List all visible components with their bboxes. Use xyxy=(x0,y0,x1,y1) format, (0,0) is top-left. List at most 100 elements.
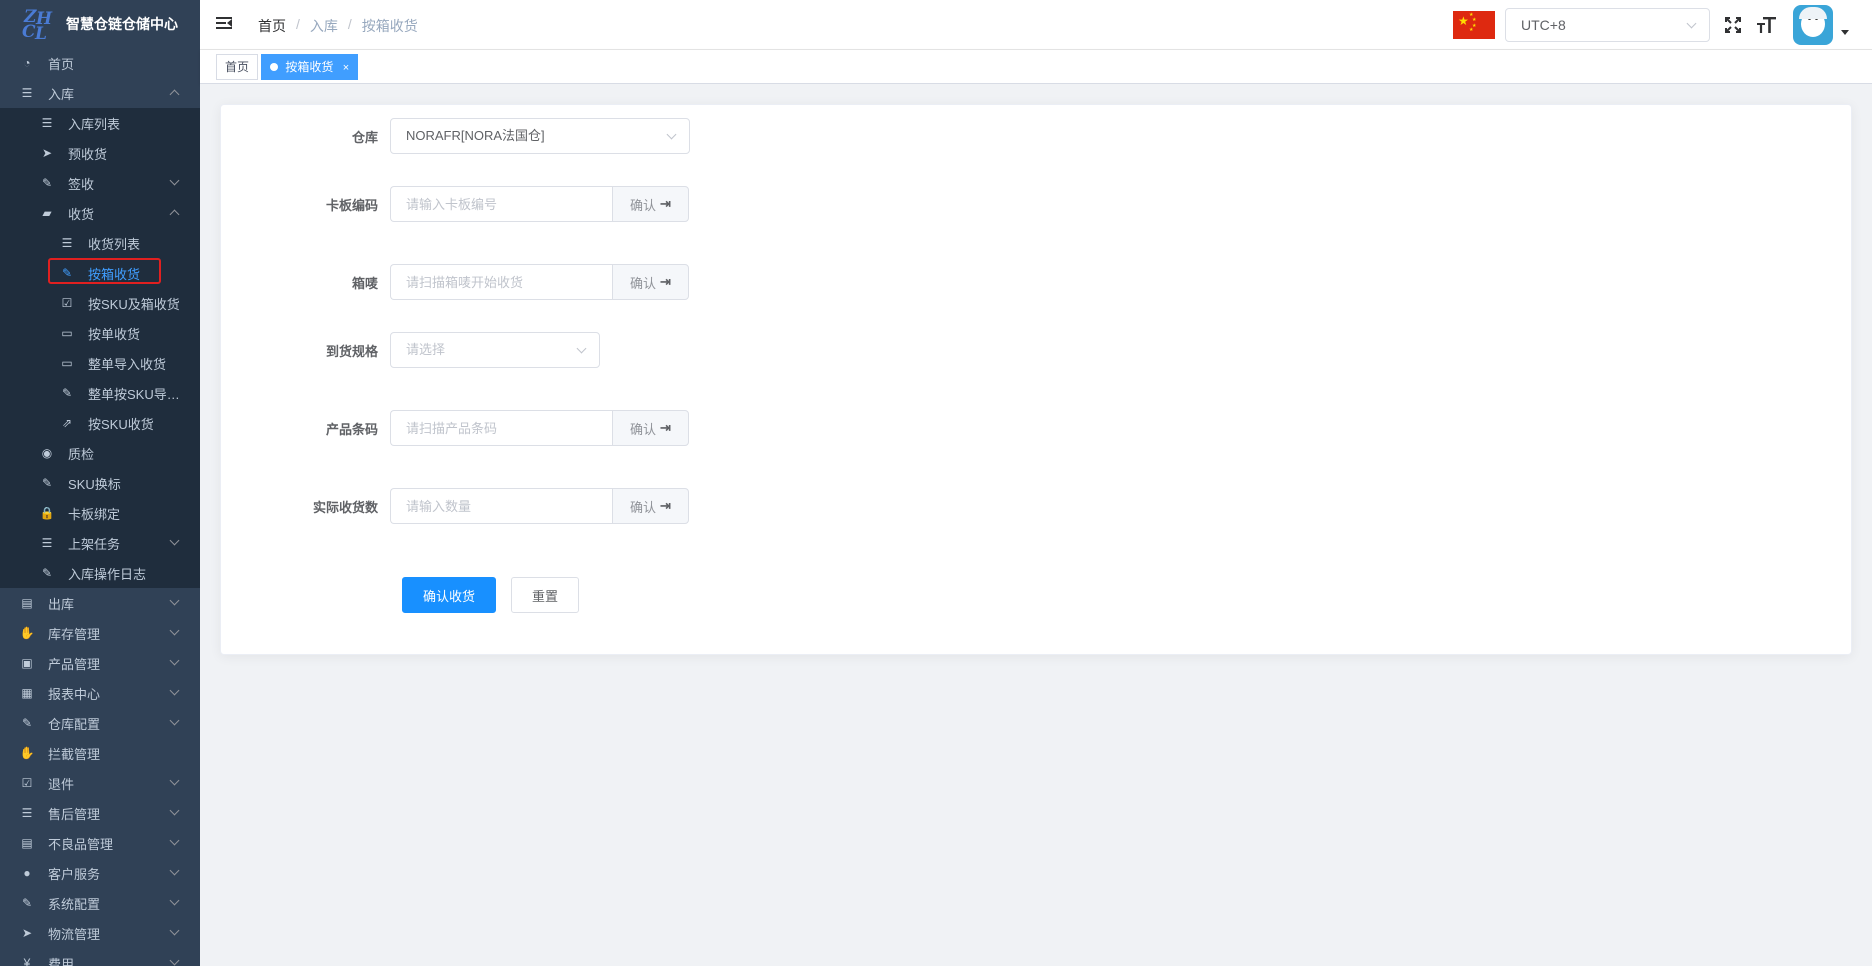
sidebar-item[interactable]: ▣ 产品管理 xyxy=(0,648,200,678)
send-icon: ➤ xyxy=(41,146,53,160)
sidebar-item[interactable]: ➤ 预收货 xyxy=(0,138,200,168)
sidebar-item[interactable]: ✎ 入库操作日志 xyxy=(0,558,200,588)
pallet-confirm-button[interactable]: 确认 ⇥ xyxy=(612,186,689,222)
sidebar-item[interactable]: ✎ 仓库配置 xyxy=(0,708,200,738)
tags-view: 首页 按箱收货 × xyxy=(200,50,1872,84)
tag-home[interactable]: 首页 xyxy=(216,54,259,80)
breadcrumb-inbound[interactable]: 入库 xyxy=(310,16,338,36)
hamburger-icon[interactable] xyxy=(216,16,234,32)
sidebar-item[interactable]: ➤ 物流管理 xyxy=(0,918,200,948)
barcode-input[interactable] xyxy=(390,410,612,446)
sidebar-item[interactable]: ✎ 整单按SKU导入... xyxy=(0,378,200,408)
sidebar-item[interactable]: ◔ 首页 xyxy=(0,48,200,78)
quantity-input[interactable] xyxy=(390,488,612,524)
sidebar-item[interactable]: ☰ 收货列表 xyxy=(0,228,200,258)
chevron-down-icon xyxy=(666,129,677,140)
sidebar-item[interactable]: ☰ 售后管理 xyxy=(0,798,200,828)
sidebar-item-label: 物流管理 xyxy=(48,926,101,942)
sidebar-item[interactable]: ☰ 入库列表 xyxy=(0,108,200,138)
chevron-up-icon xyxy=(169,89,180,100)
top-header: 首页 / 入库 / 按箱收货 ★ ★ ★ ★ ★ UTC+8 xyxy=(200,0,1872,50)
barcode-confirm-button[interactable]: 确认 ⇥ xyxy=(612,410,689,446)
tag-active-label: 按箱收货 xyxy=(285,60,334,74)
warehouse-select[interactable]: NORAFR[NORA法国仓] xyxy=(390,118,690,154)
font-size-icon[interactable] xyxy=(1757,15,1777,35)
sidebar-item[interactable]: ▰ 收货 xyxy=(0,198,200,228)
sidebar-item[interactable]: 🔒 卡板绑定 xyxy=(0,498,200,528)
sidebar-item[interactable]: ▤ 不良品管理 xyxy=(0,828,200,858)
sidebar-item-label: 签收 xyxy=(68,176,95,192)
sidebar-item[interactable]: ▭ 整单导入收货 xyxy=(0,348,200,378)
sidebar-item[interactable]: ● 客户服务 xyxy=(0,858,200,888)
sidebar: ZH CL 智慧仓链仓储中心 ◔ 首页 ☰ 入库 ☰ 入库列表 ➤ 预收货 ✎ 签收 ▰ 收货 ☰ 收货列… xyxy=(0,0,200,966)
sidebar-item[interactable]: ◉ 质检 xyxy=(0,438,200,468)
sidebar-item-label: 费用 xyxy=(48,956,75,966)
spec-select[interactable]: 请选择 xyxy=(390,332,600,368)
sidebar-menu: ◔ 首页 ☰ 入库 ☰ 入库列表 ➤ 预收货 ✎ 签收 ▰ 收货 ☰ 收货列表 ✎ 按箱收货 ☑ 按SKU及箱收货… xyxy=(0,48,200,966)
chevron-down-icon xyxy=(169,595,180,606)
sidebar-item[interactable]: ▦ 报表中心 xyxy=(0,678,200,708)
sidebar-item[interactable]: ✋ 库存管理 xyxy=(0,618,200,648)
sidebar-item-label: 仓库配置 xyxy=(48,716,101,732)
tag-receive-by-box[interactable]: 按箱收货 × xyxy=(261,54,359,80)
box-confirm-button[interactable]: 确认 ⇥ xyxy=(612,264,689,300)
close-icon[interactable]: × xyxy=(343,62,349,74)
sidebar-item[interactable]: ✎ SKU换标 xyxy=(0,468,200,498)
barcode-label: 产品条码 xyxy=(325,421,378,437)
sidebar-item[interactable]: ▤ 出库 xyxy=(0,588,200,618)
china-flag-icon[interactable]: ★ ★ ★ ★ ★ xyxy=(1453,11,1495,39)
breadcrumb-home[interactable]: 首页 xyxy=(258,16,286,36)
warehouse-value: NORAFR[NORA法国仓] xyxy=(406,128,545,143)
pallet-input[interactable] xyxy=(390,186,612,222)
quantity-input-group: 确认 ⇥ xyxy=(390,488,689,524)
list-icon: ☰ xyxy=(21,806,33,820)
sidebar-item[interactable]: ☑ 退件 xyxy=(0,768,200,798)
hand-icon: ✋ xyxy=(19,746,35,760)
reset-button[interactable]: 重置 xyxy=(511,577,580,613)
app-title: 智慧仓链仓储中心 xyxy=(66,16,178,32)
edit-icon: ✎ xyxy=(21,716,33,730)
confirm-receive-button[interactable]: 确认收货 xyxy=(402,577,497,613)
caret-down-icon[interactable] xyxy=(1841,30,1849,35)
sidebar-item-label: 拦截管理 xyxy=(48,746,101,762)
sidebar-item-label: SKU换标 xyxy=(68,476,121,492)
sidebar-item-label: 入库 xyxy=(48,86,75,102)
user-avatar[interactable] xyxy=(1793,5,1833,45)
sidebar-item[interactable]: ¥ 费用 xyxy=(0,948,200,966)
sidebar-item[interactable]: ✋ 拦截管理 xyxy=(0,738,200,768)
monitor-icon: ▭ xyxy=(61,326,73,340)
timezone-value: UTC+8 xyxy=(1521,17,1566,33)
chevron-up-icon xyxy=(169,209,180,220)
chevron-down-icon xyxy=(169,655,180,666)
box-label: 箱唛 xyxy=(351,275,378,291)
quantity-confirm-button[interactable]: 确认 ⇥ xyxy=(612,488,689,524)
sidebar-item[interactable]: ✎ 签收 xyxy=(0,168,200,198)
sidebar-item[interactable]: ▭ 按单收货 xyxy=(0,318,200,348)
sidebar-item-label: 卡板绑定 xyxy=(68,506,121,522)
fullscreen-icon[interactable] xyxy=(1723,15,1743,35)
sidebar-item-label: 库存管理 xyxy=(48,626,101,642)
sidebar-item-label: 按SKU及箱收货 xyxy=(88,296,180,312)
sidebar-item-label: 整单导入收货 xyxy=(88,356,167,372)
sidebar-item[interactable]: ✎ 按箱收货 xyxy=(0,258,200,288)
pallet-input-group: 确认 ⇥ xyxy=(390,186,689,222)
chevron-down-icon xyxy=(169,625,180,636)
chevron-down-icon xyxy=(169,685,180,696)
sidebar-item[interactable]: ☰ 上架任务 xyxy=(0,528,200,558)
box-row: 箱唛 确认 ⇥ xyxy=(221,264,689,300)
sidebar-item-label: 收货列表 xyxy=(88,236,141,252)
eye-icon: ◉ xyxy=(41,446,53,460)
sign-in-icon: ⇥ xyxy=(660,196,671,211)
chevron-down-icon xyxy=(576,343,587,354)
sidebar-item[interactable]: ☰ 入库 xyxy=(0,78,200,108)
box-input[interactable] xyxy=(390,264,612,300)
chevron-down-icon xyxy=(169,925,180,936)
sidebar-item[interactable]: ☑ 按SKU及箱收货 xyxy=(0,288,200,318)
sidebar-item[interactable]: ⇗ 按SKU收货 xyxy=(0,408,200,438)
timezone-select[interactable]: UTC+8 xyxy=(1505,8,1710,42)
breadcrumb-separator: / xyxy=(296,16,300,32)
chevron-down-icon xyxy=(169,865,180,876)
tag-home-label: 首页 xyxy=(225,60,250,74)
sidebar-item[interactable]: ✎ 系统配置 xyxy=(0,888,200,918)
logo[interactable]: ZH CL 智慧仓链仓储中心 xyxy=(0,0,200,48)
